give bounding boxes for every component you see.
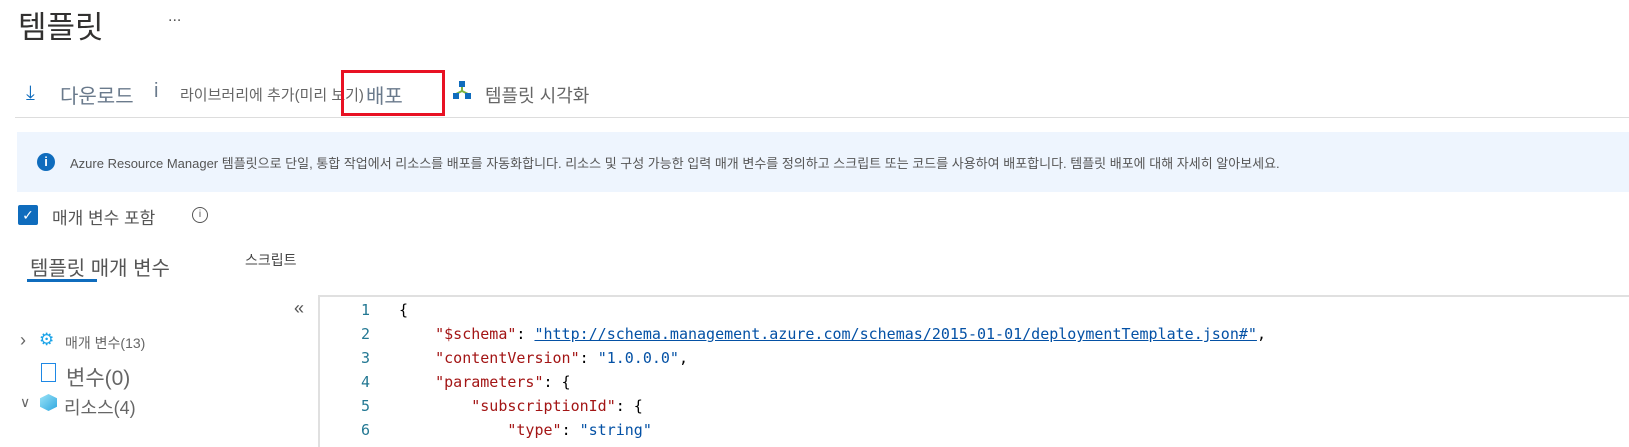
code-line: "subscriptionId": { bbox=[399, 397, 643, 415]
code-line: "parameters": { bbox=[399, 373, 571, 391]
visualize-icon bbox=[452, 80, 472, 105]
code-line: "contentVersion": "1.0.0.0", bbox=[399, 349, 688, 367]
line-number: 4 bbox=[360, 373, 370, 391]
json-key: "parameters" bbox=[435, 373, 544, 391]
page-title: 템플릿 bbox=[18, 10, 104, 45]
info-glyph: i bbox=[154, 80, 159, 102]
json-separator: : { bbox=[615, 397, 643, 415]
info-text: Azure Resource Manager 템플릿으로 단일, 통합 작업에서… bbox=[70, 156, 1280, 171]
code-line: "$schema": "http://schema.management.azu… bbox=[399, 325, 1266, 343]
tree-item-parameters[interactable]: 매개 변수(13) bbox=[65, 333, 145, 353]
chevron-down-icon[interactable]: ∨ bbox=[20, 394, 30, 411]
json-separator: : bbox=[561, 421, 580, 439]
include-params-checkbox[interactable]: ✓ bbox=[18, 205, 38, 225]
info-icon[interactable]: i bbox=[192, 207, 208, 223]
code-line: "type": "string" bbox=[399, 421, 652, 439]
json-tail: , bbox=[678, 349, 688, 367]
json-value[interactable]: "http://schema.management.azure.com/sche… bbox=[534, 325, 1256, 343]
tab-script[interactable]: 스크립트 bbox=[245, 250, 297, 270]
chevron-right-icon[interactable]: › bbox=[20, 330, 26, 351]
toolbar-divider bbox=[15, 117, 1629, 118]
json-key: "$schema" bbox=[435, 325, 517, 343]
info-icon: i bbox=[37, 153, 55, 171]
line-number: 6 bbox=[360, 421, 370, 439]
download-icon: ⤓ bbox=[26, 82, 35, 104]
json-separator: { bbox=[399, 301, 409, 319]
json-key: "contentVersion" bbox=[435, 349, 580, 367]
json-separator: : bbox=[516, 325, 535, 343]
download-button[interactable]: 다운로드 bbox=[60, 80, 134, 109]
code-editor[interactable]: 1 {2 "$schema": "http://schema.managemen… bbox=[318, 295, 1629, 447]
json-value: "1.0.0.0" bbox=[597, 349, 679, 367]
json-key: "subscriptionId" bbox=[471, 397, 616, 415]
json-key: "type" bbox=[507, 421, 562, 439]
line-number: 3 bbox=[360, 349, 370, 367]
json-tail: , bbox=[1256, 325, 1266, 343]
document-icon bbox=[41, 363, 56, 382]
highlight-box bbox=[341, 70, 445, 116]
json-separator: : bbox=[579, 349, 598, 367]
tree-item-resources[interactable]: 리소스(4) bbox=[64, 394, 136, 420]
line-number: 2 bbox=[360, 325, 370, 343]
active-tab-underline bbox=[27, 279, 97, 282]
more-button[interactable]: ... bbox=[168, 8, 181, 26]
code-line: { bbox=[399, 301, 408, 319]
tree-item-variables[interactable]: 변수(0) bbox=[66, 362, 130, 392]
cube-icon bbox=[40, 394, 57, 411]
json-value: "string" bbox=[579, 421, 652, 439]
visualize-button[interactable]: 템플릿 시각화 bbox=[485, 82, 589, 108]
add-library-button[interactable]: 라이브러리에 추가(미리 보기) bbox=[180, 84, 364, 105]
json-separator: : { bbox=[543, 373, 571, 391]
tab-template-params[interactable]: 템플릿 매개 변수 bbox=[30, 252, 170, 281]
line-number: 1 bbox=[360, 301, 370, 319]
include-params-label: 매개 변수 포함 bbox=[52, 209, 156, 228]
line-number: 5 bbox=[360, 397, 370, 415]
collapse-panel-button[interactable]: « bbox=[294, 298, 304, 319]
gear-icon: ⚙ bbox=[39, 330, 55, 349]
